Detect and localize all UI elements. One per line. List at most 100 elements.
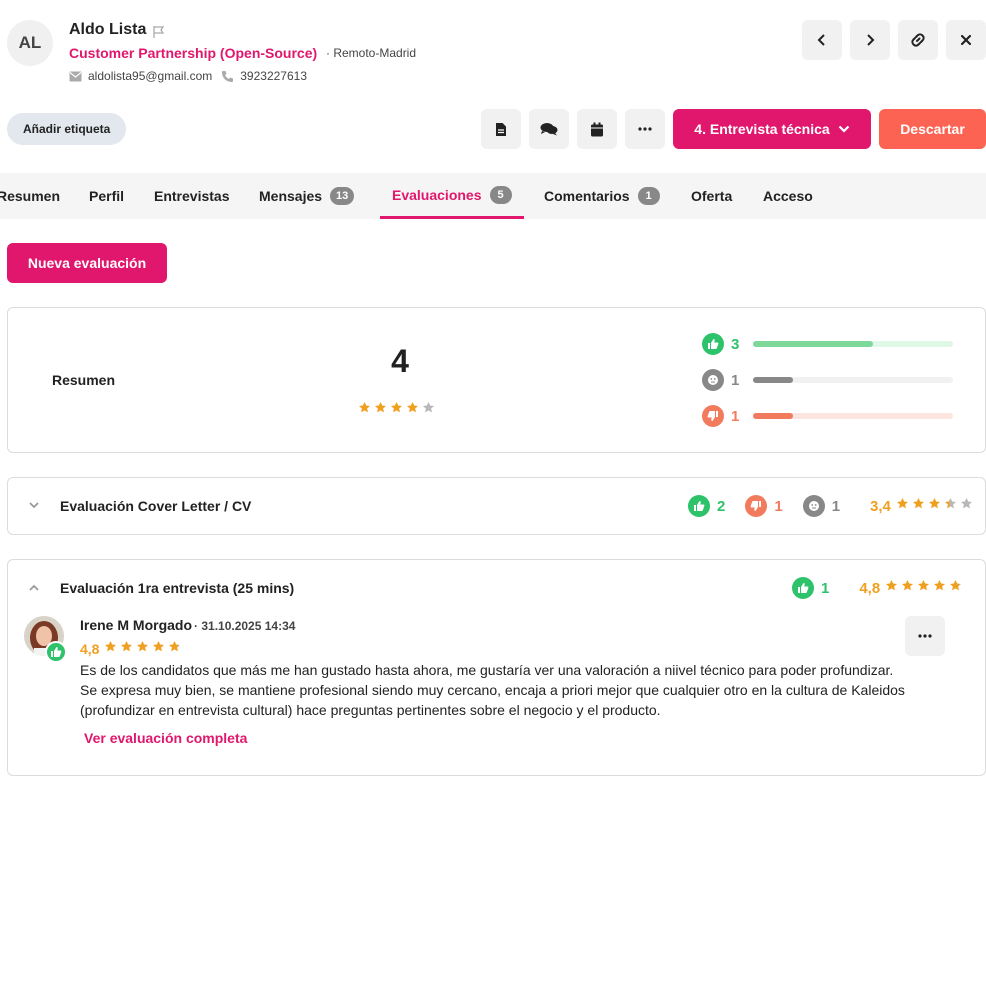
tab-acceso[interactable]: Acceso [763,173,813,219]
star-icon [933,579,946,597]
star-icon [901,579,914,597]
star-icon [120,640,133,658]
chevron-left-icon [817,34,825,46]
phone[interactable]: 3923227613 [240,69,307,83]
neutral-face-icon [702,369,724,391]
tab-evaluaciones[interactable]: Evaluaciones 5 [380,173,524,219]
review-rating: 4,8 [80,640,181,658]
star-icon [912,497,925,515]
phone-icon [222,70,234,82]
chevron-up-icon[interactable] [28,583,40,592]
neutral-count: 1 [731,371,740,389]
stage-label: 4. Entrevista técnica [694,121,830,137]
close-icon [960,34,972,46]
next-button[interactable] [850,20,890,60]
ellipsis-icon [638,127,652,131]
star-icon [885,579,898,597]
thumbs-up-icon [792,577,814,599]
positive-count: 3 [731,335,740,353]
tab-comentarios[interactable]: Comentarios 1 [544,173,660,219]
tab-badge: 13 [330,187,355,205]
summary-neutral: 1 [702,369,739,391]
comments-icon [540,123,558,136]
mail-icon [69,71,82,81]
messages-button[interactable] [529,109,569,149]
star-icon [928,497,941,515]
star-icon [896,497,909,515]
chevron-right-icon [867,34,875,46]
discard-button[interactable]: Descartar [879,109,986,149]
chevron-down-icon [838,125,849,133]
candidate-name: Aldo Lista [69,21,147,38]
rating-stars [885,579,962,597]
neutral-bar [753,377,953,383]
negative-count: 1 [731,407,740,425]
thumbs-down-icon [745,495,768,517]
tab-perfil[interactable]: Perfil [89,173,124,219]
star-icon [960,497,973,515]
thumbs-up-icon [702,333,724,355]
star-icon [949,579,962,597]
candidate-location: · Remoto-Madrid [326,46,417,60]
tab-entrevistas[interactable]: Entrevistas [154,173,229,219]
review-date: · 31.10.2025 14:34 [194,619,296,633]
stage-dropdown[interactable]: 4. Entrevista técnica [673,109,871,149]
star-icon [374,401,387,419]
review-header: Irene M Morgado · 31.10.2025 14:34 [80,617,295,633]
candidate-job[interactable]: Customer Partnership (Open-Source) [69,45,317,61]
review-text: Es de los candidatos que más me han gust… [80,662,905,718]
review-rating-value: 4,8 [80,641,100,657]
rating-value: 3,4 [870,497,891,515]
flag-icon[interactable] [151,24,167,40]
star-icon [917,579,930,597]
new-evaluation-button[interactable]: Nueva evaluación [7,243,167,283]
evaluation-title[interactable]: Evaluación Cover Letter / CV [60,498,251,514]
summary-positive: 3 [702,333,739,355]
contact-row: aldolista95@gmail.com 3923227613 [69,69,307,83]
thumbs-up-icon [688,495,710,517]
copy-link-button[interactable] [898,20,938,60]
view-full-evaluation-link[interactable]: Ver evaluación completa [84,730,247,746]
chevron-down-icon[interactable] [28,501,40,510]
review-stars [104,640,181,658]
tab-badge: 5 [489,185,512,204]
tab-badge: 1 [637,187,660,205]
thumbs-down-icon [702,405,724,427]
previous-button[interactable] [802,20,842,60]
document-icon [496,122,506,136]
calendar-icon [591,122,603,136]
email[interactable]: aldolista95@gmail.com [88,69,212,83]
calendar-button[interactable] [577,109,617,149]
avatar-initials: AL [18,33,42,52]
summary-stars [358,401,435,419]
document-button[interactable] [481,109,521,149]
evaluation-summary: 2 1 1 3,4 [688,495,973,517]
avatar: AL [7,20,53,66]
positive-bar [753,341,953,347]
tab-bar: Resumen Perfil Entrevistas Mensajes 13 Ev… [0,173,986,219]
tab-oferta[interactable]: Oferta [691,173,732,219]
star-icon [152,640,165,658]
neutral-count: 1 [831,497,841,515]
positive-count: 2 [717,497,726,515]
tab-mensajes[interactable]: Mensajes 13 [259,173,355,219]
reviewer-name: Irene M Morgado [80,617,193,633]
summary-score: 4 [391,343,409,379]
summary-label: Resumen [52,372,116,388]
evaluation-title[interactable]: Evaluación 1ra entrevista (25 mins) [60,580,294,596]
tab-resumen[interactable]: Resumen [0,173,60,219]
more-actions-button[interactable] [625,109,665,149]
rating-value: 4,8 [859,579,881,597]
star-icon [358,401,371,419]
summary-negative: 1 [702,405,739,427]
star-icon [406,401,419,419]
evaluation-summary: 1 4,8 [792,577,962,599]
star-icon [390,401,403,419]
star-icon [136,640,149,658]
review-more-button[interactable] [905,616,945,656]
negative-bar [753,413,953,419]
ellipsis-icon [918,634,932,638]
close-button[interactable] [946,20,986,60]
add-tag-button[interactable]: Añadir etiqueta [7,113,127,145]
negative-count: 1 [774,497,783,515]
